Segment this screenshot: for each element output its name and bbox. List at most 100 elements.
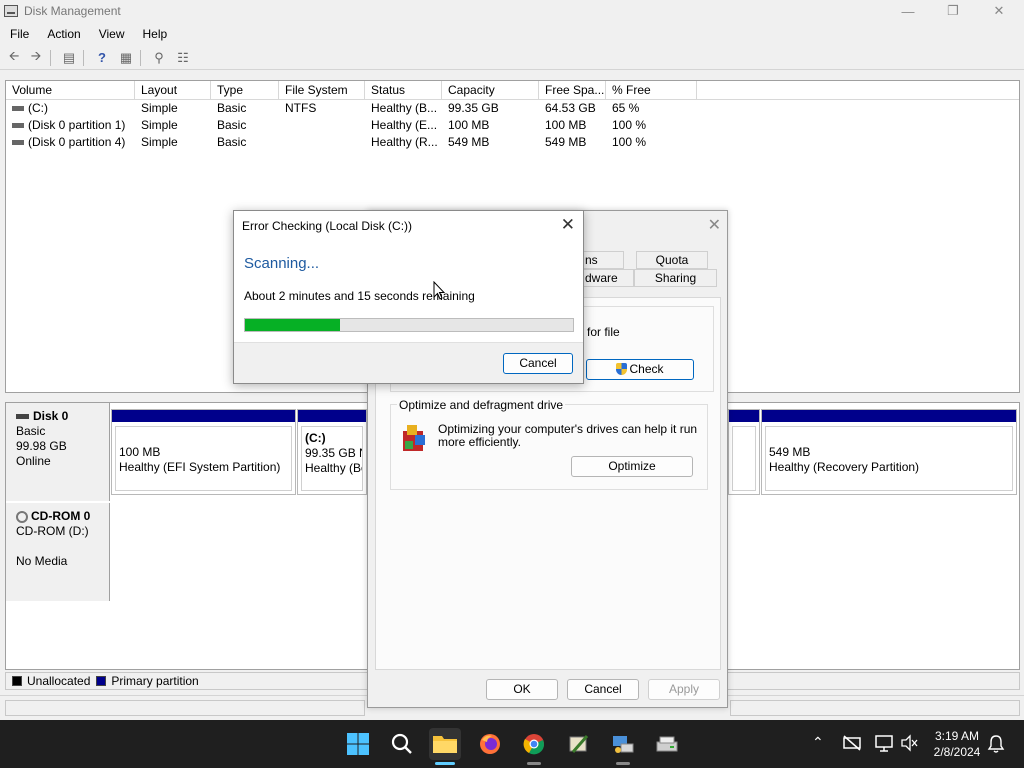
volume-name: (Disk 0 partition 1) — [28, 118, 126, 132]
volume-muted-icon[interactable] — [900, 734, 918, 752]
chrome-icon — [523, 734, 544, 755]
tab-quota[interactable]: Quota — [636, 251, 708, 269]
partition-recovery[interactable]: 549 MB Healthy (Recovery Partition) — [761, 409, 1017, 495]
network-icon[interactable] — [874, 733, 894, 753]
table-row[interactable]: (C:) Simple Basic NTFS Healthy (B... 99.… — [6, 100, 1019, 117]
primary-partition-swatch — [96, 676, 107, 686]
progress-fill — [245, 319, 341, 331]
file-explorer-taskbar[interactable] — [429, 728, 461, 765]
partition-size: 99.35 GB NT — [305, 446, 362, 460]
legend-unallocated: Unallocated — [27, 674, 91, 688]
drive-icon — [12, 106, 24, 112]
apply-button[interactable]: Apply — [648, 679, 720, 700]
check-button[interactable]: Check — [586, 359, 694, 380]
tab-sharing[interactable]: Sharing — [634, 269, 717, 287]
free-space-cell: 64.53 GB — [545, 101, 596, 115]
notifications-bell-icon[interactable] — [987, 734, 1005, 754]
type-cell: Basic — [217, 101, 247, 115]
file-system-cell: NTFS — [285, 101, 317, 115]
column-file-system[interactable]: File System — [279, 81, 365, 99]
capacity-cell: 99.35 GB — [448, 101, 499, 115]
table-row[interactable]: (Disk 0 partition 1) Simple Basic Health… — [6, 117, 1019, 134]
uac-shield-icon — [616, 363, 628, 375]
search-icon — [391, 733, 412, 754]
menu-file[interactable]: File — [0, 27, 37, 41]
disk-state: No Media — [16, 554, 68, 568]
error-checking-text: for file — [587, 325, 620, 339]
scan-progress-bar — [244, 318, 574, 332]
free-space-cell: 549 MB — [545, 135, 587, 149]
partition-c-right-edge[interactable] — [728, 409, 760, 495]
help-icon[interactable]: ? — [92, 49, 112, 67]
close-icon[interactable]: ✕ — [708, 215, 721, 235]
file-system-cell — [279, 117, 365, 134]
forward-icon[interactable]: 🡪 — [26, 48, 46, 67]
maximize-button[interactable]: ❐ — [930, 0, 976, 22]
partition-status: Healthy (EFI System Partition) — [119, 460, 281, 474]
ok-button[interactable]: OK — [486, 679, 558, 700]
properties-icon[interactable]: ▦ — [116, 49, 136, 67]
title-bar: Disk Management — [0, 0, 1024, 22]
file-system-cell — [279, 134, 365, 151]
close-button[interactable]: ✕ — [976, 0, 1022, 22]
status-cell: Healthy (B... — [371, 101, 438, 115]
list-view-icon[interactable]: ☷ — [173, 49, 193, 67]
edit-tool-taskbar[interactable] — [563, 728, 595, 760]
cancel-scan-button[interactable]: Cancel — [503, 353, 573, 374]
column-volume[interactable]: Volume — [6, 81, 135, 99]
column-type[interactable]: Type — [211, 81, 279, 99]
volume-name: (C:) — [28, 101, 48, 115]
cancel-button[interactable]: Cancel — [567, 679, 639, 700]
type-cell: Basic — [217, 135, 247, 149]
status-cell: Healthy (R... — [371, 135, 438, 149]
toolbar: 🡨 🡪 ▤ ? ▦ ⚲ ☷ — [0, 46, 1024, 70]
dialog-footer: Cancel — [234, 342, 583, 383]
disk-0-label[interactable]: Disk 0 Basic 99.98 GB Online — [6, 403, 110, 501]
back-icon[interactable]: 🡨 — [4, 48, 24, 67]
capacity-cell: 100 MB — [448, 118, 490, 132]
partition-label: (C:) — [305, 431, 326, 445]
unallocated-swatch — [12, 676, 22, 686]
partition-efi[interactable]: 100 MB Healthy (EFI System Partition) — [111, 409, 296, 495]
optimize-description: Optimizing your computer's drives can he… — [438, 422, 698, 449]
menu-action[interactable]: Action — [37, 27, 88, 41]
disk-management-icon — [4, 5, 18, 17]
network-disconnected-icon[interactable] — [842, 734, 862, 752]
partition-c[interactable]: (C:) 99.35 GB NT Healthy (Bo — [297, 409, 367, 495]
cd-rom-icon — [16, 510, 28, 523]
rescan-icon[interactable]: ⚲ — [149, 49, 169, 67]
column-layout[interactable]: Layout — [135, 81, 211, 99]
taskbar-clock[interactable]: 3:19 AM 2/8/2024 — [925, 728, 989, 760]
optimize-button[interactable]: Optimize — [571, 456, 693, 477]
show-hidden-icons-chevron-icon[interactable]: ⌃ — [812, 734, 824, 751]
close-icon[interactable]: ✕ — [561, 215, 575, 235]
column-free-space[interactable]: Free Spa... — [539, 81, 606, 99]
column-percent-free[interactable]: % Free — [606, 81, 697, 99]
type-cell: Basic — [217, 118, 247, 132]
windows-logo-icon — [347, 733, 369, 755]
error-checking-dialog: Error Checking (Local Disk (C:)) ✕ Scann… — [233, 210, 584, 384]
disk-name: CD-ROM 0 — [31, 509, 91, 523]
menu-view[interactable]: View — [89, 27, 133, 41]
pen-tool-icon — [569, 735, 589, 753]
drive-icon — [12, 140, 24, 146]
firefox-taskbar[interactable] — [474, 728, 506, 760]
defrag-icon — [403, 425, 425, 451]
capacity-cell: 549 MB — [448, 135, 490, 149]
firefox-icon — [480, 734, 500, 754]
chrome-taskbar[interactable] — [518, 728, 550, 765]
drive-icon — [12, 123, 24, 129]
column-status[interactable]: Status — [365, 81, 442, 99]
column-capacity[interactable]: Capacity — [442, 81, 539, 99]
start-button[interactable] — [342, 728, 374, 760]
menu-help[interactable]: Help — [133, 27, 176, 41]
disk-management-taskbar[interactable] — [651, 728, 683, 760]
table-row[interactable]: (Disk 0 partition 4) Simple Basic Health… — [6, 134, 1019, 151]
minimize-button[interactable]: — — [885, 0, 931, 22]
free-space-cell: 100 MB — [545, 118, 587, 132]
computer-management-taskbar[interactable] — [607, 728, 639, 765]
cdrom-0-label[interactable]: CD-ROM 0 CD-ROM (D:) No Media — [6, 503, 110, 601]
show-hide-console-tree-icon[interactable]: ▤ — [59, 49, 79, 67]
partition-status: Healthy (Recovery Partition) — [769, 460, 920, 474]
search-button[interactable] — [386, 728, 418, 760]
